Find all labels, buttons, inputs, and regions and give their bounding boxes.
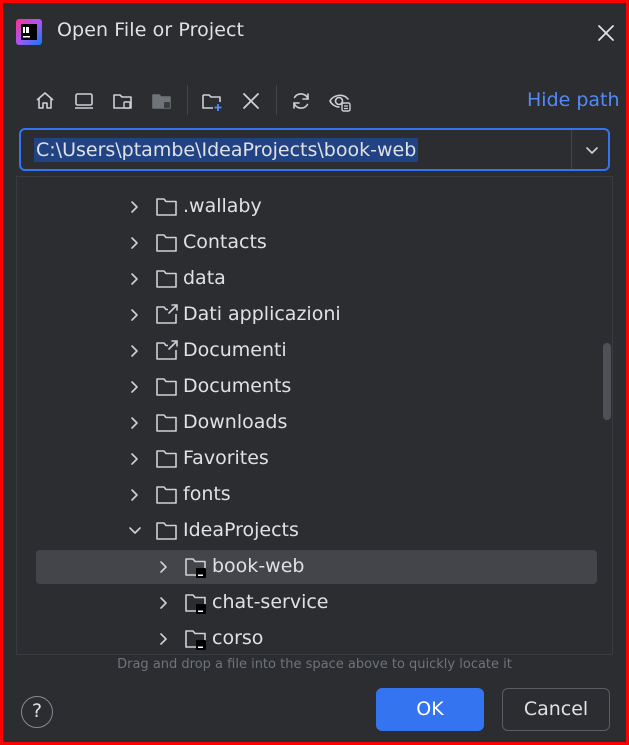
toolbar-separator xyxy=(187,85,188,115)
chevron-right-icon[interactable] xyxy=(126,414,144,432)
chevron-right-icon[interactable] xyxy=(155,630,173,648)
selection-highlight xyxy=(36,550,597,584)
folder-icon xyxy=(156,270,177,288)
tree-row[interactable]: Documents xyxy=(17,369,612,405)
scrollbar-thumb[interactable] xyxy=(603,343,611,420)
chevron-right-icon[interactable] xyxy=(126,450,144,468)
tree-row-label: Downloads xyxy=(183,411,288,433)
new-folder-icon[interactable] xyxy=(200,89,224,113)
close-icon[interactable] xyxy=(594,21,618,45)
tree-row-label: Favorites xyxy=(183,447,269,469)
project-folder-icon xyxy=(185,594,206,614)
tree-row[interactable]: Documenti xyxy=(17,333,612,369)
tree-row-label: .wallaby xyxy=(183,195,262,217)
toolbar-separator xyxy=(276,85,277,115)
intellij-logo-icon xyxy=(16,19,42,45)
chevron-right-icon[interactable] xyxy=(126,486,144,504)
tree-row[interactable]: chat-service xyxy=(17,585,612,621)
folder-icon xyxy=(156,522,177,540)
tree-row-label: Documenti xyxy=(183,339,287,361)
folder-link-icon xyxy=(156,304,179,324)
folder-icon xyxy=(156,414,177,432)
delete-icon[interactable] xyxy=(239,89,263,113)
chevron-right-icon[interactable] xyxy=(126,198,144,216)
folder-link-icon xyxy=(156,340,179,360)
tree-row-label: fonts xyxy=(183,483,231,505)
tree-row[interactable]: Contacts xyxy=(17,225,612,261)
tree-row-label: IdeaProjects xyxy=(183,519,299,541)
folder-icon xyxy=(156,486,177,504)
desktop-icon[interactable] xyxy=(72,89,96,113)
chevron-right-icon[interactable] xyxy=(126,270,144,288)
dialog-title: Open File or Project xyxy=(57,19,245,41)
path-field-divider xyxy=(571,130,572,169)
project-folder-icon[interactable] xyxy=(111,89,135,113)
refresh-icon[interactable] xyxy=(289,89,313,113)
help-button[interactable]: ? xyxy=(21,696,53,728)
folder-icon xyxy=(156,450,177,468)
tree-row[interactable]: Favorites xyxy=(17,441,612,477)
hide-path-link[interactable]: Hide path xyxy=(527,89,620,111)
chevron-down-icon[interactable] xyxy=(581,139,603,161)
tree-row[interactable]: fonts xyxy=(17,477,612,513)
project-folder-icon xyxy=(185,630,206,650)
tree-row[interactable]: Dati applicazioni xyxy=(17,297,612,333)
tree-row-label: chat-service xyxy=(212,591,329,613)
tree-row[interactable]: .wallaby xyxy=(17,189,612,225)
chevron-down-icon[interactable] xyxy=(126,522,144,540)
drag-drop-hint: Drag and drop a file into the space abov… xyxy=(117,657,512,672)
title-bar: Open File or Project xyxy=(3,3,626,59)
tree-row-label: data xyxy=(183,267,226,289)
tree-row[interactable]: data xyxy=(17,261,612,297)
tree-row-label: Documents xyxy=(183,375,292,397)
home-icon[interactable] xyxy=(33,89,57,113)
file-tree[interactable]: .wallaby Contacts data Dati applicazioni Doc… xyxy=(16,176,613,655)
folder-icon xyxy=(156,234,177,252)
chevron-right-icon[interactable] xyxy=(155,558,173,576)
module-folder-icon[interactable] xyxy=(150,89,174,113)
chevron-right-icon[interactable] xyxy=(126,234,144,252)
chevron-right-icon[interactable] xyxy=(155,594,173,612)
project-folder-icon xyxy=(185,558,206,578)
chevron-right-icon[interactable] xyxy=(126,306,144,324)
tree-row-label: Dati applicazioni xyxy=(183,303,341,325)
open-file-dialog: Open File or Project Hide path C:\Users\… xyxy=(0,0,629,745)
tree-row-label: Contacts xyxy=(183,231,267,253)
path-input-value[interactable]: C:\Users\ptambe\IdeaProjects\book-web xyxy=(34,138,419,162)
tree-row[interactable]: book-web xyxy=(17,549,612,585)
cancel-button[interactable]: Cancel xyxy=(502,688,610,731)
tree-row[interactable]: Downloads xyxy=(17,405,612,441)
chevron-right-icon[interactable] xyxy=(126,342,144,360)
path-input[interactable]: C:\Users\ptambe\IdeaProjects\book-web xyxy=(19,128,610,171)
show-hidden-icon[interactable] xyxy=(328,89,352,113)
ok-button[interactable]: OK xyxy=(376,688,484,731)
folder-icon xyxy=(156,198,177,216)
chevron-right-icon[interactable] xyxy=(126,378,144,396)
tree-row-label: book-web xyxy=(212,555,305,577)
tree-row[interactable]: corso xyxy=(17,621,612,654)
tree-row[interactable]: IdeaProjects xyxy=(17,513,612,549)
folder-icon xyxy=(156,378,177,396)
tree-row-label: corso xyxy=(212,627,264,649)
toolbar: Hide path xyxy=(3,85,626,119)
